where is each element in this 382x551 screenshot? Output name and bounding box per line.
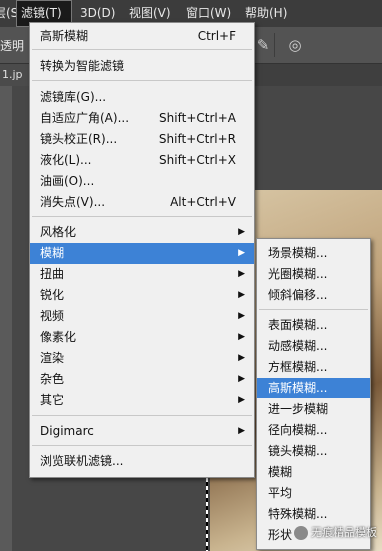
submenu-arrow-icon: ▶: [238, 311, 245, 321]
submenu-item-radial-blur[interactable]: 径向模糊...: [257, 420, 370, 440]
menu-item-stylize[interactable]: 风格化 ▶: [30, 222, 254, 243]
menu-item-noise[interactable]: 杂色 ▶: [30, 369, 254, 390]
menu-item-blur[interactable]: 模糊 ▶: [30, 243, 254, 264]
submenu-arrow-icon: ▶: [238, 269, 245, 279]
submenu-item-label: 倾斜偏移...: [268, 288, 328, 302]
submenu-item-label: 高斯模糊...: [268, 381, 328, 395]
submenu-item-label: 模糊: [268, 465, 293, 479]
submenu-item-label: 光圈模糊...: [268, 267, 328, 281]
submenu-item-label: 动感模糊...: [268, 339, 328, 353]
target-icon[interactable]: ◎: [285, 35, 305, 55]
menu-item-digimarc[interactable]: Digimarc ▶: [30, 421, 254, 442]
submenu-item-label: 镜头模糊...: [268, 444, 328, 458]
submenu-item-average[interactable]: 平均: [257, 483, 370, 503]
submenu-item-box-blur[interactable]: 方框模糊...: [257, 357, 370, 377]
menu-item-label: 渲染: [40, 351, 65, 365]
submenu-item-surface-blur[interactable]: 表面模糊...: [257, 315, 370, 335]
menu-item-label: 液化(L)...: [40, 153, 92, 167]
submenu-item-tilt-shift[interactable]: 倾斜偏移...: [257, 285, 370, 305]
submenu-item-label: 形状: [268, 528, 293, 542]
pen-tool-icon[interactable]: ✎: [253, 35, 273, 55]
submenu-arrow-icon: ▶: [238, 332, 245, 342]
menu-item-label: 镜头校正(R)...: [40, 132, 118, 146]
vertical-ruler: [0, 86, 12, 551]
menu-item-label: 风格化: [40, 225, 77, 239]
menu-item-oil-paint[interactable]: 油画(O)...: [30, 171, 254, 192]
menu-item-label: Digimarc: [40, 424, 94, 438]
submenu-separator: [259, 309, 368, 310]
blur-submenu: 场景模糊... 光圈模糊... 倾斜偏移... 表面模糊... 动感模糊... …: [256, 238, 371, 550]
submenu-item-label: 径向模糊...: [268, 423, 328, 437]
menu-item-shortcut: Shift+Ctrl+A: [159, 111, 236, 125]
submenu-item-smart-blur[interactable]: 特殊模糊...: [257, 504, 370, 524]
menu-item-adaptive-wide-angle[interactable]: 自适应广角(A)... Shift+Ctrl+A: [30, 108, 254, 129]
menu-item-filter-gallery[interactable]: 滤镜库(G)...: [30, 87, 254, 108]
menu-item-sharpen[interactable]: 锐化 ▶: [30, 285, 254, 306]
menu-item-label: 转换为智能滤镜: [40, 59, 125, 73]
menu-item-render[interactable]: 渲染 ▶: [30, 348, 254, 369]
menu-item-shortcut: Shift+Ctrl+R: [158, 132, 236, 146]
menu-item-label: 杂色: [40, 372, 65, 386]
menu-item-label: 扭曲: [40, 267, 65, 281]
document-tab[interactable]: 1.jp: [0, 64, 29, 86]
menu-item-label: 浏览联机滤镜...: [40, 454, 124, 468]
menu-item-last-filter[interactable]: 高斯模糊 Ctrl+F: [30, 26, 254, 47]
submenu-arrow-icon: ▶: [238, 290, 245, 300]
menu-item-label: 模糊: [40, 246, 65, 260]
submenu-item-label: 平均: [268, 486, 293, 500]
menu-item-shortcut: Ctrl+F: [197, 29, 236, 43]
submenu-item-label: 特殊模糊...: [268, 507, 328, 521]
submenu-item-label: 表面模糊...: [268, 318, 328, 332]
options-separator: [274, 33, 275, 57]
menu-item-label: 滤镜库(G)...: [40, 90, 107, 104]
submenu-item-field-blur[interactable]: 场景模糊...: [257, 243, 370, 263]
menu-item-browse-filters-online[interactable]: 浏览联机滤镜...: [30, 451, 254, 472]
menu-item-label: 视频: [40, 309, 65, 323]
submenu-item-label: 场景模糊...: [268, 246, 328, 260]
submenu-arrow-icon: ▶: [238, 227, 245, 237]
menu-item-pixelate[interactable]: 像素化 ▶: [30, 327, 254, 348]
menu-item-label: 锐化: [40, 288, 65, 302]
submenu-item-blur-more[interactable]: 进一步模糊: [257, 399, 370, 419]
submenu-item-label: 方框模糊...: [268, 360, 328, 374]
menu-item-other[interactable]: 其它 ▶: [30, 390, 254, 411]
submenu-item-label: 进一步模糊: [268, 402, 329, 416]
watermark-text: 无痕精品模板: [311, 526, 377, 539]
submenu-item-iris-blur[interactable]: 光圈模糊...: [257, 264, 370, 284]
menu-separator: [32, 216, 252, 217]
menu-separator: [32, 49, 252, 50]
submenu-arrow-icon: ▶: [238, 374, 245, 384]
menu-item-liquify[interactable]: 液化(L)... Shift+Ctrl+X: [30, 150, 254, 171]
menu-separator: [32, 415, 252, 416]
submenu-item-gaussian-blur[interactable]: 高斯模糊...: [257, 378, 370, 398]
submenu-item-blur[interactable]: 模糊: [257, 462, 370, 482]
submenu-arrow-icon: ▶: [238, 426, 245, 436]
menu-item-label: 自适应广角(A)...: [40, 111, 130, 125]
menu-item-distort[interactable]: 扭曲 ▶: [30, 264, 254, 285]
watermark: 无痕精品模板: [290, 522, 381, 544]
menu-item-label: 油画(O)...: [40, 174, 95, 188]
submenu-arrow-icon: ▶: [238, 395, 245, 405]
menu-item-label: 像素化: [40, 330, 77, 344]
submenu-arrow-icon: ▶: [238, 353, 245, 363]
menu-item-lens-correction[interactable]: 镜头校正(R)... Shift+Ctrl+R: [30, 129, 254, 150]
submenu-item-lens-blur[interactable]: 镜头模糊...: [257, 441, 370, 461]
menu-item-label: 其它: [40, 393, 65, 407]
menu-item-convert-smart-filter[interactable]: 转换为智能滤镜: [30, 56, 254, 77]
watermark-logo-icon: [294, 526, 308, 540]
menu-item-shortcut: Alt+Ctrl+V: [170, 195, 236, 209]
menu-separator: [32, 445, 252, 446]
menu-item-video[interactable]: 视频 ▶: [30, 306, 254, 327]
options-partial-label: 透明: [0, 39, 25, 53]
submenu-item-motion-blur[interactable]: 动感模糊...: [257, 336, 370, 356]
menu-item-label: 消失点(V)...: [40, 195, 106, 209]
filter-menu: 高斯模糊 Ctrl+F 转换为智能滤镜 滤镜库(G)... 自适应广角(A)..…: [29, 22, 255, 478]
menu-separator: [32, 80, 252, 81]
submenu-arrow-icon: ▶: [238, 248, 245, 258]
menu-item-vanishing-point[interactable]: 消失点(V)... Alt+Ctrl+V: [30, 192, 254, 213]
menu-item-shortcut: Shift+Ctrl+X: [159, 153, 236, 167]
menu-item-label: 高斯模糊: [40, 29, 89, 43]
